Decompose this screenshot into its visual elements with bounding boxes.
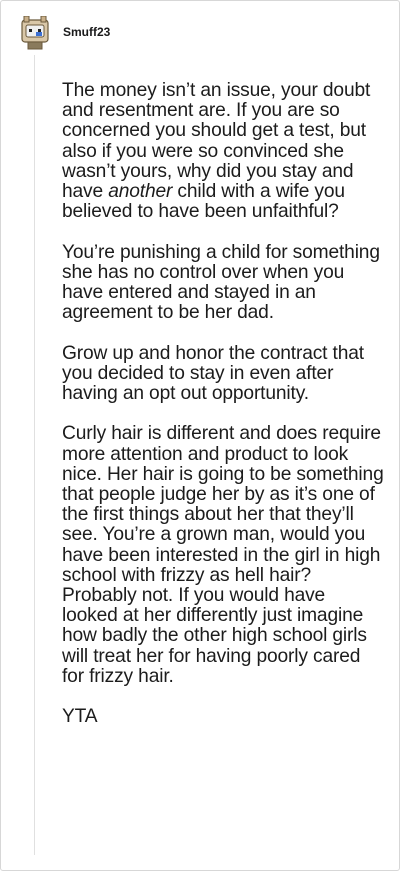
thread-collapse-line[interactable]	[34, 55, 35, 855]
comment-header: Smuff23	[19, 15, 110, 51]
comment-emphasis: another	[108, 181, 173, 203]
comment-card: Smuff23 The money isn’t an issue, your d…	[0, 0, 400, 871]
snoo-avatar-icon[interactable]	[19, 15, 51, 50]
comment-paragraph: You’re punishing a child for something s…	[62, 241, 380, 324]
comment-paragraph: Grow up and honor the contract that you …	[62, 342, 364, 405]
comment-paragraph: The money isn’t an issue, your doubt and…	[62, 80, 384, 222]
comment-verdict: YTA	[62, 706, 98, 728]
comment-paragraph: Curly hair is different and does require…	[62, 423, 384, 687]
comment-username[interactable]: Smuff23	[63, 25, 110, 39]
comment-body: The money isn’t an issue, your doubt and…	[62, 80, 384, 728]
